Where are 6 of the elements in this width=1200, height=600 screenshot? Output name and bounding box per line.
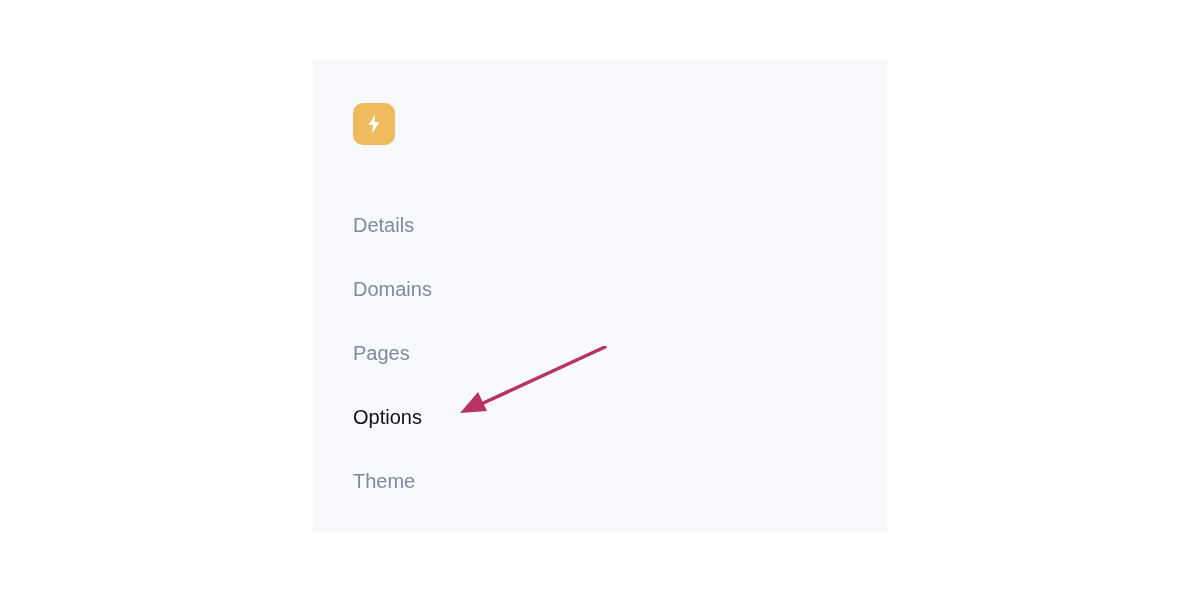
sidebar-item[interactable]: Theme <box>353 467 416 495</box>
sidebar-item[interactable]: Pages <box>353 339 410 367</box>
sidebar-item[interactable]: Details <box>353 211 415 239</box>
sidebar-item[interactable]: Options <box>353 403 422 431</box>
logo-icon <box>353 103 395 145</box>
sidebar-item[interactable]: Domains <box>353 275 432 303</box>
